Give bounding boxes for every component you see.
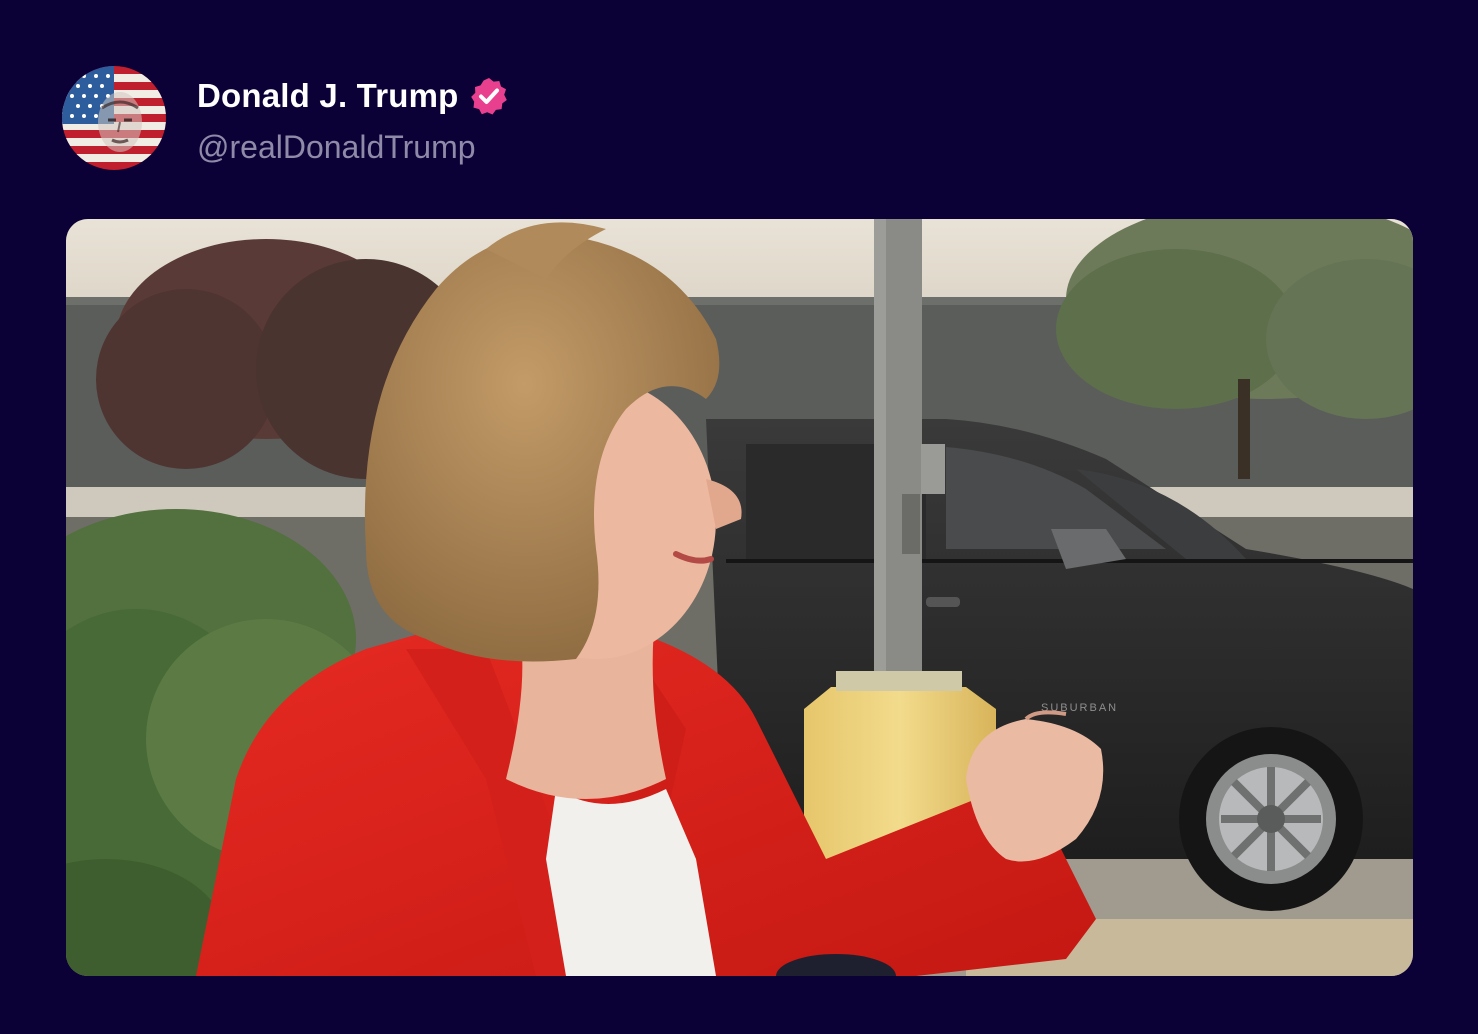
name-row: Donald J. Trump bbox=[197, 71, 509, 121]
flag-portrait-icon bbox=[62, 66, 166, 170]
author-identity: Donald J. Trump @realDonaldTrump bbox=[197, 71, 509, 166]
post-container: Donald J. Trump @realDonaldTrump SUBURBA… bbox=[0, 0, 1478, 1034]
video-media[interactable]: SUBURBAN bbox=[66, 219, 1413, 976]
post-header: Donald J. Trump @realDonaldTrump bbox=[62, 64, 509, 172]
author-display-name[interactable]: Donald J. Trump bbox=[197, 77, 459, 115]
author-avatar[interactable] bbox=[62, 66, 166, 170]
video-frame: SUBURBAN bbox=[66, 219, 1413, 976]
verified-badge-icon bbox=[469, 76, 509, 116]
author-handle[interactable]: @realDonaldTrump bbox=[197, 129, 509, 166]
